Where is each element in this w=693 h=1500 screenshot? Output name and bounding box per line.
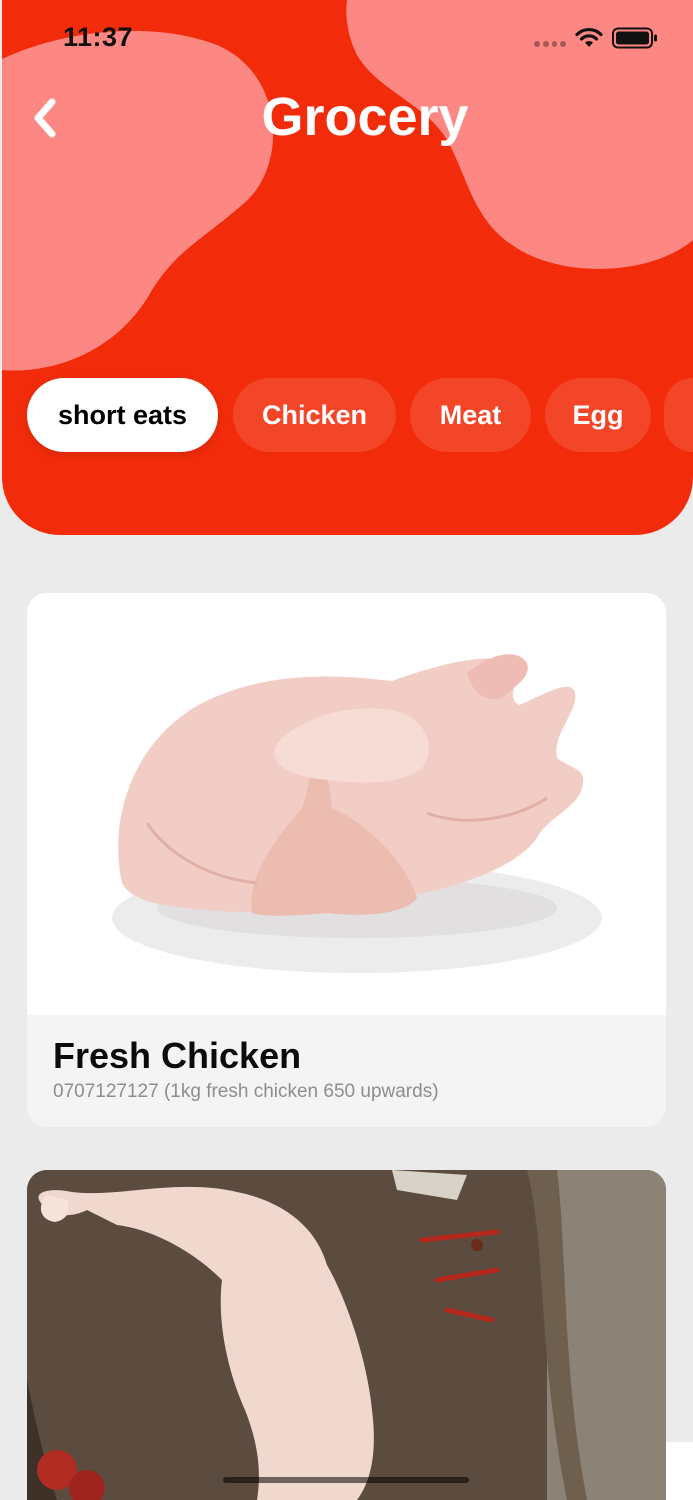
product-image (27, 1170, 666, 1500)
whole-chicken-image (27, 1170, 666, 1500)
header-banner (2, 0, 693, 535)
chicken-image (112, 654, 602, 973)
wifi-icon (575, 27, 603, 47)
category-chip-meat[interactable]: Meat (410, 378, 531, 452)
home-indicator[interactable] (223, 1477, 469, 1483)
category-chip-chicken[interactable]: Chicken (233, 378, 396, 452)
battery-icon (612, 27, 657, 49)
category-chip-egg[interactable]: Egg (545, 378, 651, 452)
background-edge (666, 1442, 693, 1500)
status-bar: 11:37 (0, 0, 693, 80)
product-info: Fresh Chicken 0707127127 (1kg fresh chic… (27, 1015, 666, 1127)
category-chip-overflow[interactable] (664, 378, 693, 452)
status-time: 11:37 (63, 22, 134, 52)
category-tabs: short eats Chicken Meat Egg (0, 378, 693, 452)
product-subtitle: 0707127127 (1kg fresh chicken 650 upward… (53, 1081, 439, 1102)
product-image (27, 593, 666, 1015)
page-title: Grocery (261, 87, 469, 147)
cellular-signal-icon (534, 41, 566, 47)
product-title: Fresh Chicken (53, 1035, 302, 1076)
category-chip-short-eats[interactable]: short eats (27, 378, 218, 452)
product-card[interactable] (27, 1170, 666, 1500)
back-button[interactable] (22, 92, 66, 144)
decorative-blobs (2, 0, 693, 371)
chevron-left-icon (34, 98, 56, 138)
product-card[interactable]: Fresh Chicken 0707127127 (1kg fresh chic… (27, 593, 666, 1127)
